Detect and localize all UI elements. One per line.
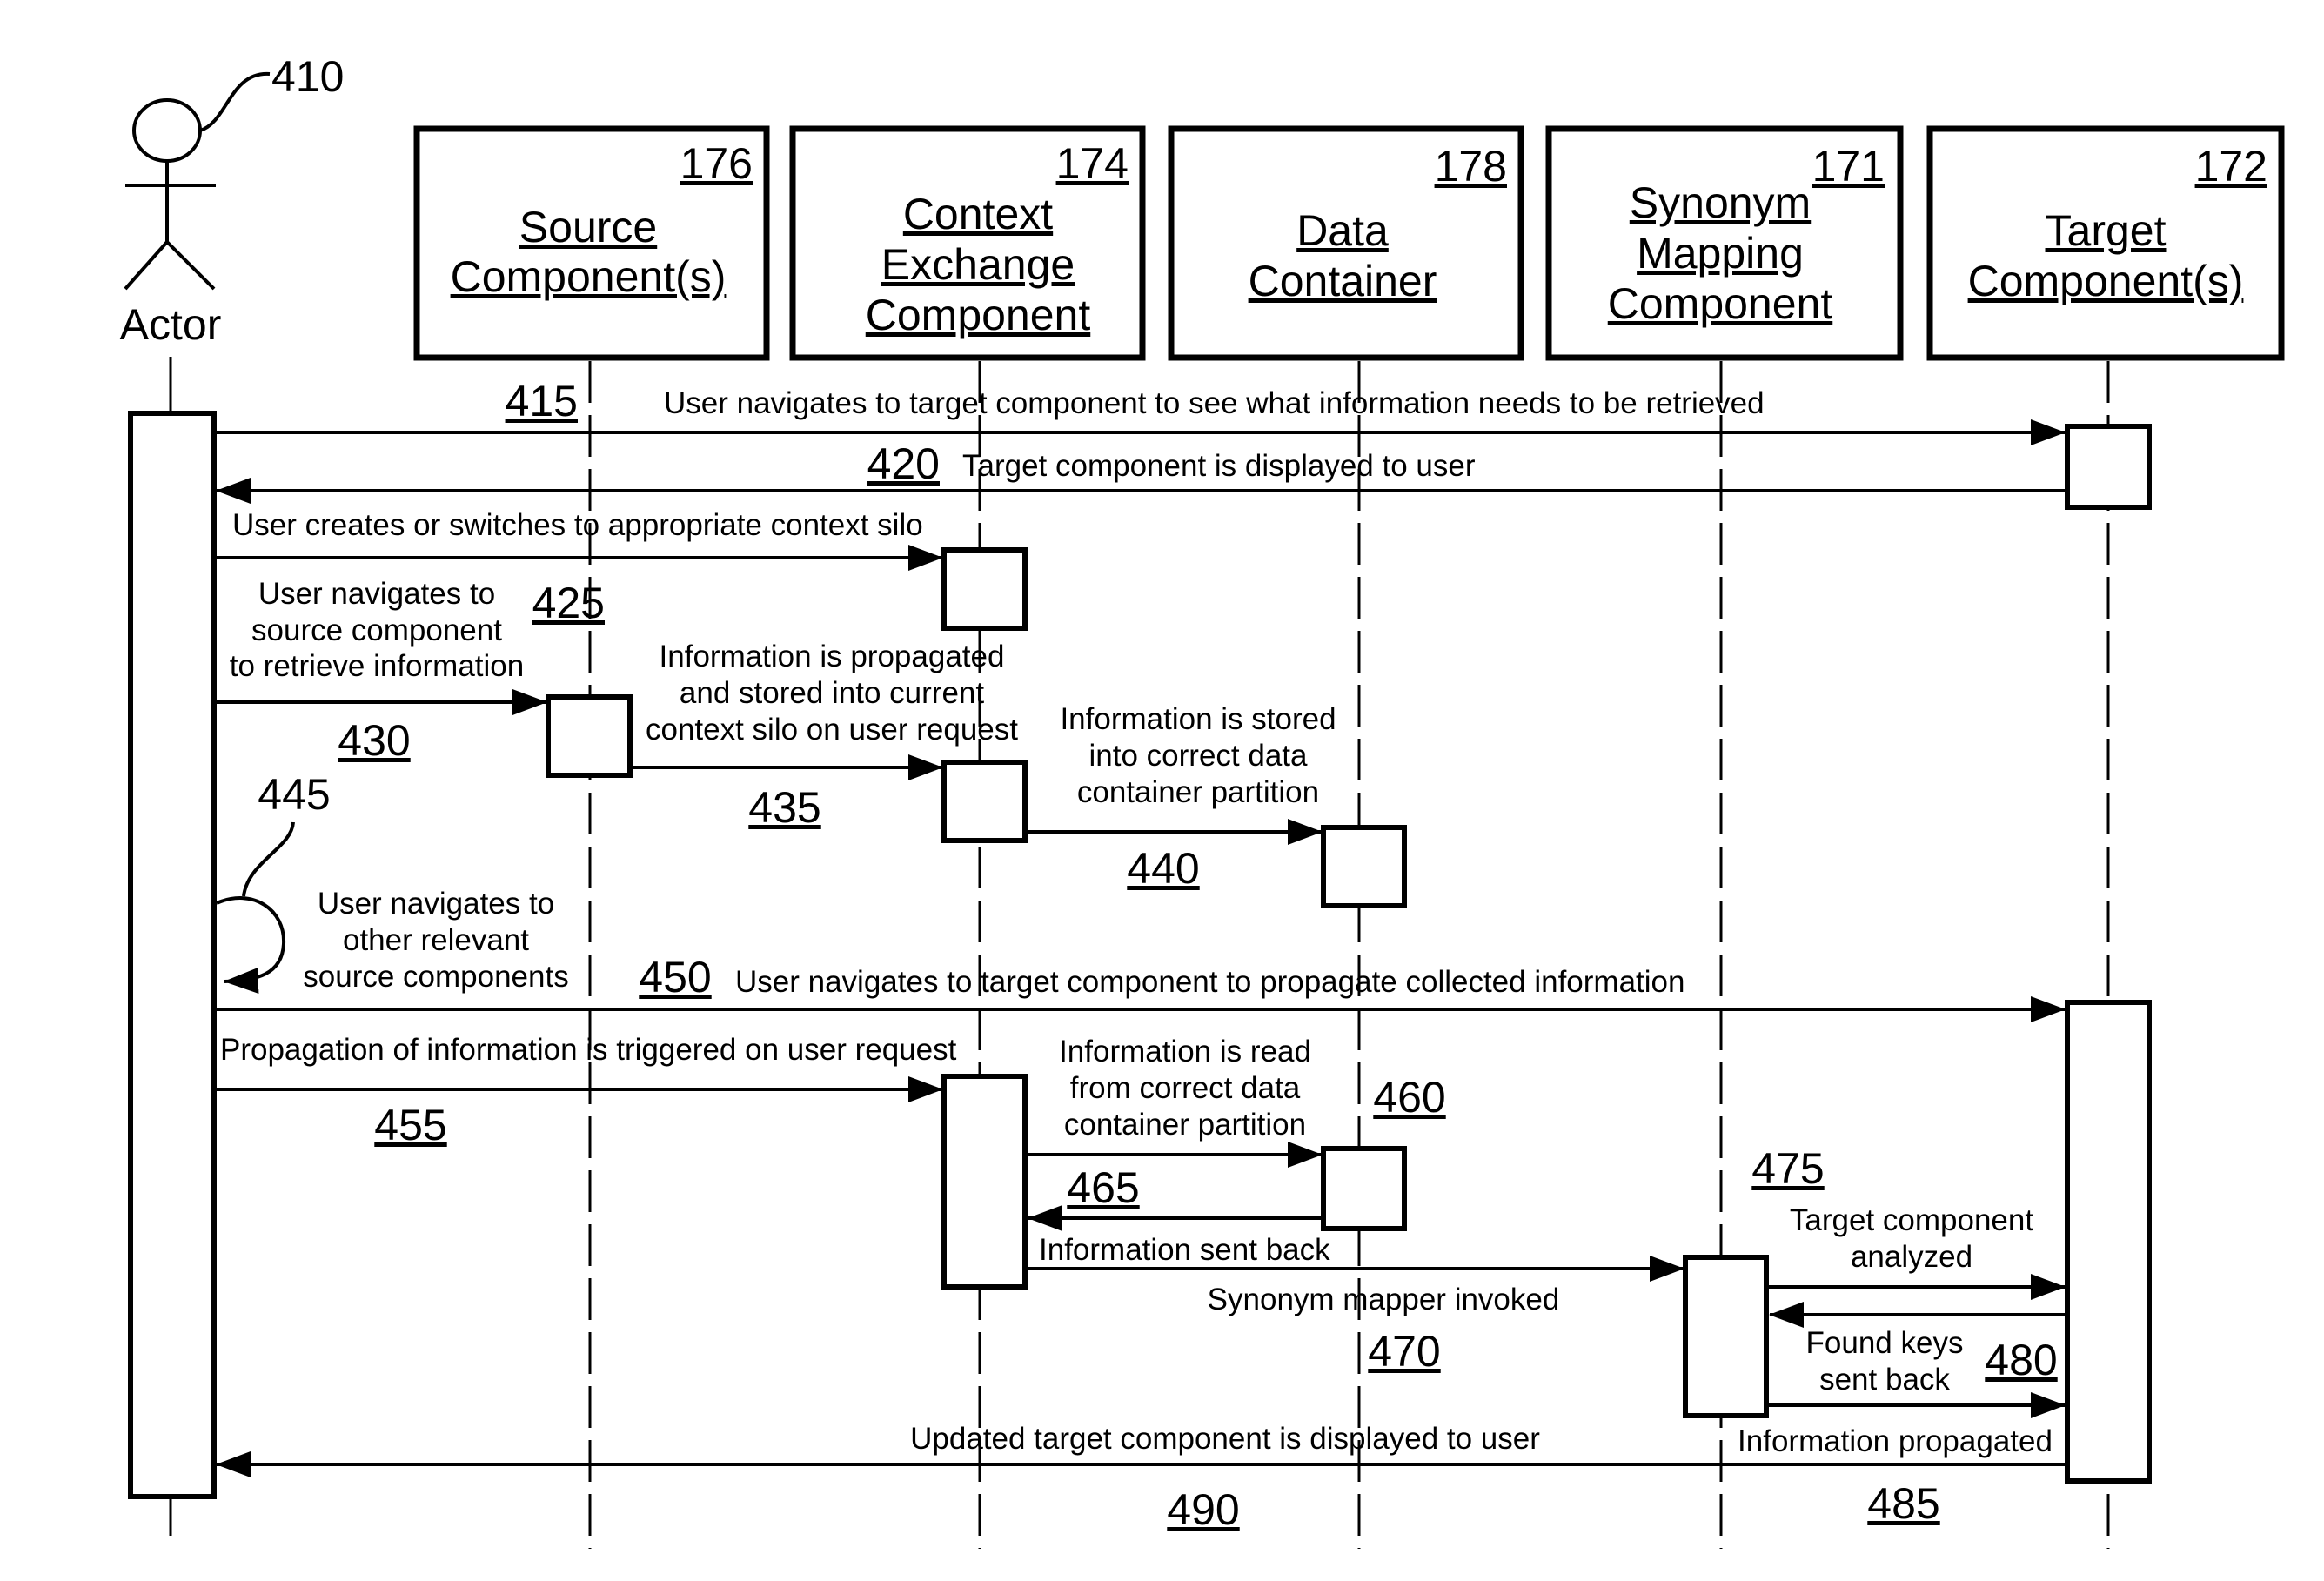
participant-name: Context — [903, 190, 1053, 238]
message-485: 485 Information propagated — [1738, 1392, 2066, 1528]
message-label: Information is propagated — [660, 640, 1005, 673]
message-420: 420 Target component is displayed to use… — [216, 439, 2065, 504]
message-480: 480 Found keys sent back — [1769, 1302, 2065, 1397]
participant-name: Data — [1296, 206, 1389, 255]
activation-data-2 — [1321, 1146, 1407, 1231]
message-470: 470 Synonym mapper invoked — [1027, 1256, 1684, 1376]
message-label: other relevant — [343, 923, 529, 957]
message-label: User creates or switches to appropriate … — [232, 508, 923, 542]
message-label: from correct data — [1070, 1071, 1301, 1105]
actor-right-leg-icon — [165, 240, 216, 291]
message-440: 440 — [1127, 844, 1199, 893]
message-label: context silo on user request — [646, 713, 1018, 747]
participant-name: Mapping — [1637, 229, 1804, 278]
participant-name: Synonym — [1630, 178, 1811, 227]
message-label: User navigates to target component to se… — [664, 386, 1765, 420]
message-label: User navigates to target component to pr… — [735, 965, 1684, 999]
message-label: Updated target component is displayed to… — [910, 1422, 1540, 1456]
participant-source: 176 Source Component(s) — [413, 125, 770, 361]
participant-ref: 172 — [2195, 142, 2267, 191]
message-label: Information is stored — [1060, 702, 1336, 736]
participant-name: Component(s) — [1968, 257, 2244, 305]
message-ref: 490 — [1167, 1485, 1239, 1534]
message-label: Information is read — [1059, 1035, 1311, 1069]
message-label: container partition — [1064, 1108, 1306, 1142]
message-475: 475 Target component analyzed — [1751, 1144, 2066, 1300]
participant-name: Component(s) — [451, 252, 727, 301]
message-ref: 425 — [532, 579, 605, 627]
message-label: and stored into current — [680, 676, 984, 710]
participant-name: Container — [1249, 257, 1437, 305]
message-460: 460 Information is read from correct dat… — [1027, 1035, 1446, 1168]
participant-ref: 176 — [680, 139, 753, 188]
activation-data-1 — [1321, 825, 1407, 908]
message-465: 465 Information sent back — [1028, 1163, 1330, 1267]
activation-actor — [128, 411, 217, 1499]
actor-head-icon — [132, 98, 202, 163]
message-445: 445 User navigates to other relevant sou… — [216, 770, 569, 994]
actor-figure: 410 Actor — [120, 52, 345, 349]
activation-context-3 — [941, 1074, 1028, 1290]
message-label: sent back — [1819, 1363, 1950, 1397]
actor-ref: 410 — [271, 52, 344, 101]
activation-context-2 — [941, 760, 1028, 843]
participant-name: Component — [866, 291, 1091, 339]
participant-ref: 178 — [1435, 142, 1507, 191]
message-label: source component — [251, 613, 502, 647]
message-ref: 435 — [748, 783, 820, 832]
actor-label: Actor — [120, 300, 222, 349]
activation-target-1 — [2065, 424, 2152, 510]
message-label: analyzed — [1851, 1240, 1972, 1274]
activation-target-2 — [2065, 1000, 2152, 1484]
participant-name: Source — [519, 203, 657, 251]
message-label: Found keys — [1806, 1326, 1964, 1360]
message-ref: 445 — [258, 770, 330, 819]
message-label: Information propagated — [1738, 1424, 2053, 1458]
message-label: User navigates to — [318, 887, 554, 921]
message-415: 415 User navigates to target component t… — [217, 377, 2066, 445]
participant-target: 172 Target Component(s) — [1926, 125, 2285, 361]
message-ref: 455 — [374, 1101, 446, 1149]
message-label: Information sent back — [1039, 1233, 1330, 1267]
participant-synonym: 171 Synonym Mapping Component — [1545, 125, 1904, 361]
message-label: User navigates to — [258, 577, 495, 611]
message-ref: 480 — [1985, 1336, 2057, 1384]
participant-name: Exchange — [881, 240, 1075, 289]
participant-name: Target — [2046, 206, 2167, 255]
message-ref: 420 — [867, 439, 940, 488]
message-label: to retrieve information — [230, 649, 524, 683]
actor-left-leg-icon — [124, 240, 169, 291]
participant-name: Component — [1608, 279, 1833, 328]
activation-synonym — [1683, 1255, 1769, 1418]
message-455: 455 Propagation of information is trigge… — [217, 1033, 957, 1149]
message-ref: 450 — [639, 953, 711, 1002]
message-label: Synonym mapper invoked — [1208, 1283, 1560, 1316]
message-ref: 470 — [1368, 1327, 1440, 1376]
participant-ref: 171 — [1812, 142, 1885, 191]
participant-ref: 174 — [1056, 139, 1129, 188]
actor-ref-leader — [199, 71, 271, 132]
message-label: source components — [303, 960, 568, 994]
message-label: Propagation of information is triggered … — [220, 1033, 957, 1067]
message-label: container partition — [1077, 775, 1319, 809]
message-ref: 430 — [338, 716, 410, 765]
message-ref: 460 — [1373, 1073, 1445, 1122]
message-ref: 415 — [506, 377, 578, 425]
message-label: Target component — [1790, 1203, 2033, 1237]
activation-context-1 — [941, 547, 1028, 631]
participant-context: 174 Context Exchange Component — [789, 125, 1146, 361]
sequence-diagram: 410 Actor 176 Source Component(s) 174 Co… — [120, 52, 2285, 1549]
participant-data: 178 Data Container — [1168, 125, 1524, 361]
message-ref: 485 — [1867, 1479, 1939, 1528]
message-label: into correct data — [1089, 739, 1308, 773]
ref-leader — [242, 821, 295, 897]
message-ref: 465 — [1067, 1163, 1139, 1212]
message-context-silo: User creates or switches to appropriate … — [217, 508, 943, 571]
message-label: Target component is displayed to user — [962, 449, 1476, 483]
self-loop-arrow — [216, 896, 286, 994]
activation-source-1 — [546, 694, 633, 778]
message-425: 425 User navigates to source component t… — [217, 577, 605, 715]
message-ref: 440 — [1127, 844, 1199, 893]
message-ref: 475 — [1751, 1144, 1824, 1193]
